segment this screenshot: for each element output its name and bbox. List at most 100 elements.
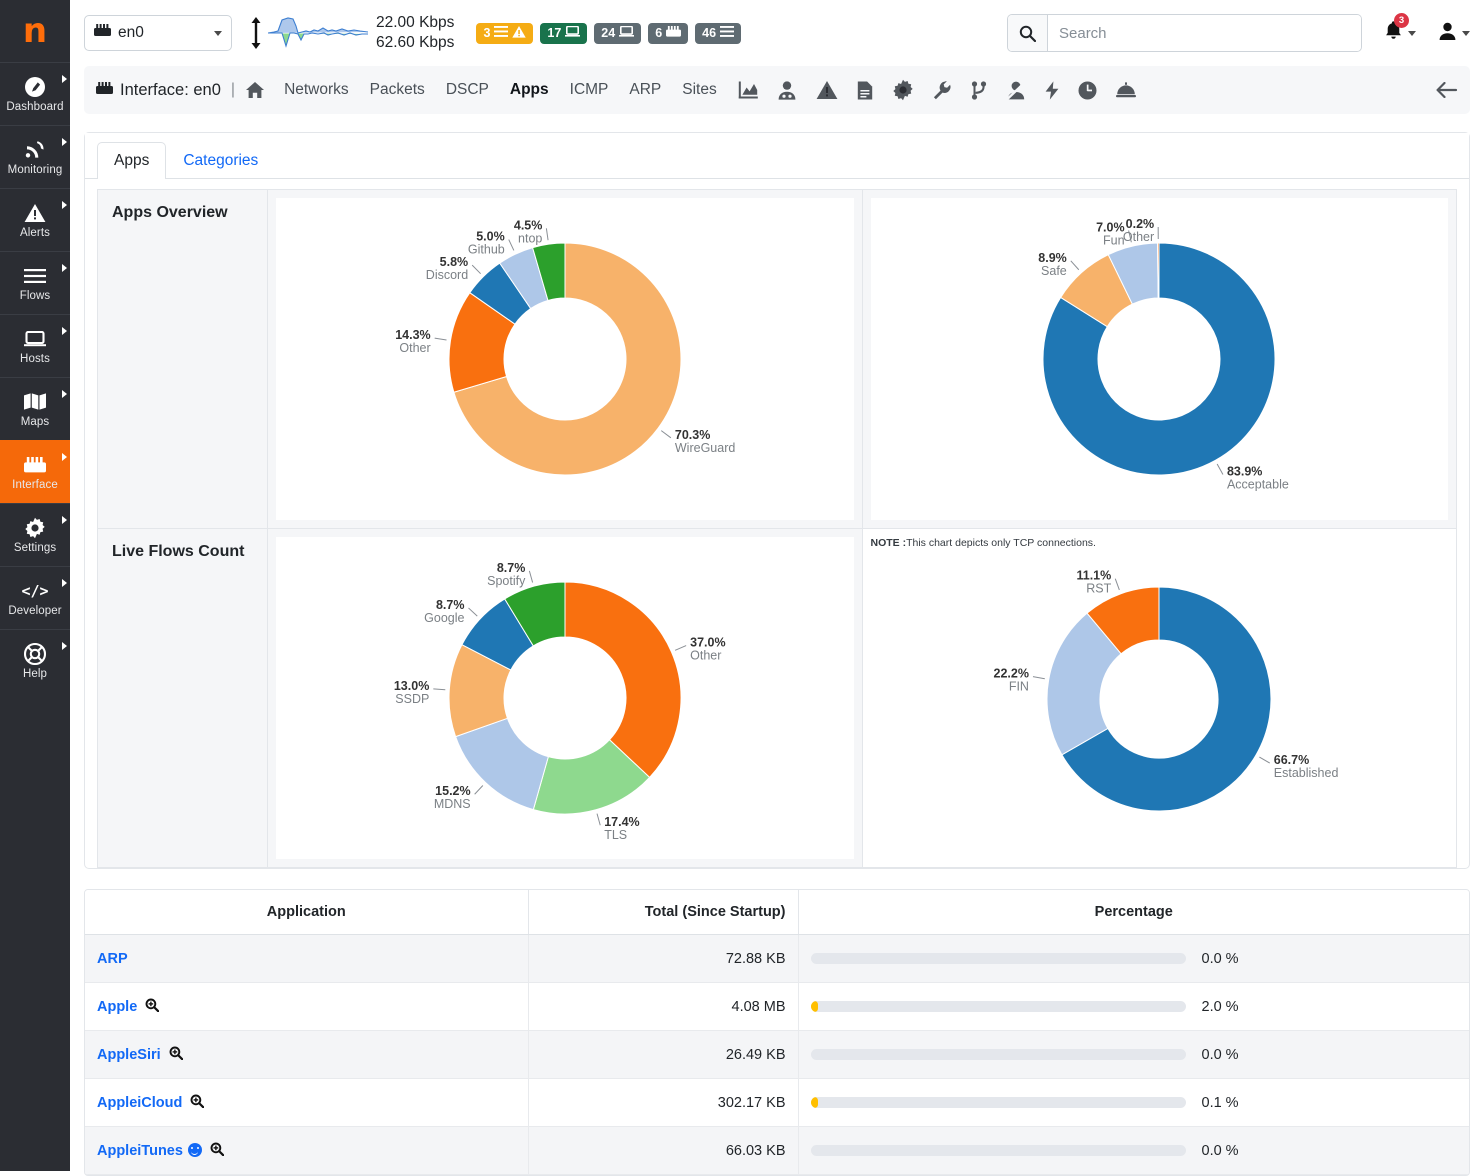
search-input[interactable] (1048, 15, 1361, 51)
pie-label-name: RST (1087, 582, 1112, 596)
pie-leader-line (468, 608, 477, 616)
pie-label-name: Established (1274, 766, 1339, 780)
sidebar-item-label: Settings (14, 542, 56, 554)
table-row[interactable]: AppleiTunes66.03 KB0.0 % (85, 1127, 1469, 1175)
pie-leader-line (597, 814, 600, 826)
sidebar-item-dashboard[interactable]: Dashboard (0, 62, 70, 125)
sidebar-item-label: Monitoring (8, 164, 63, 176)
sidebar-item-maps[interactable]: Maps (0, 377, 70, 440)
status-badge[interactable]: 24 (594, 23, 641, 44)
main-area: en0 22.00 Kbps 62.60 Kbps 31724646 (70, 0, 1484, 1171)
smiley-icon (188, 1143, 202, 1157)
app-logo[interactable]: n (0, 0, 70, 62)
chart-apps-applications[interactable]: 70.3%WireGuard14.3%Other5.8%Discord5.0%G… (276, 198, 854, 520)
magnifier-plus-icon[interactable] (145, 1000, 159, 1016)
pie-leader-line (1116, 579, 1120, 590)
chart-icon[interactable] (738, 81, 758, 99)
application-link[interactable]: AppleiTunes (97, 1143, 183, 1159)
table-column-header[interactable]: Application (85, 890, 528, 935)
pie-label-value: 5.0% (476, 230, 505, 244)
tab-apps[interactable]: Apps (97, 142, 166, 179)
back-arrow-icon[interactable] (1436, 82, 1458, 98)
application-link[interactable]: AppleiCloud (97, 1095, 182, 1111)
home-icon[interactable] (245, 81, 265, 99)
status-badge[interactable]: 6 (648, 23, 688, 44)
pie-label-value: 8.7% (497, 561, 526, 575)
subnav-links: Networks Packets DSCP Apps ICMP ARP Sites (284, 81, 738, 99)
chart-flows-tcp[interactable]: 66.7%Established22.2%FIN11.1%RST (863, 549, 1457, 849)
chart-flows-applications[interactable]: 37.0%Other17.4%TLS15.2%MDNS13.0%SSDP8.7%… (276, 537, 854, 859)
subnav-link-dscp[interactable]: DSCP (446, 81, 489, 99)
pie-label-name: Safe (1041, 264, 1067, 278)
subnav-link-apps[interactable]: Apps (510, 81, 549, 99)
pie-leader-line (433, 689, 445, 690)
subnav-link-sites[interactable]: Sites (682, 81, 716, 99)
status-badge[interactable]: 46 (695, 23, 741, 44)
alert-triangle-icon (24, 202, 46, 224)
sidebar-item-help[interactable]: Help (0, 629, 70, 692)
tab-categories[interactable]: Categories (166, 142, 275, 179)
pie-label-name: Spotify (487, 574, 526, 588)
sidebar-item-developer[interactable]: </>Developer (0, 566, 70, 629)
magnifier-plus-icon[interactable] (190, 1096, 204, 1112)
sidebar-item-interface[interactable]: Interface (0, 440, 70, 503)
git-branch-icon[interactable] (971, 81, 987, 100)
sidebar-item-monitoring[interactable]: Monitoring (0, 125, 70, 188)
subnav-link-icmp[interactable]: ICMP (570, 81, 609, 99)
subnav-link-networks[interactable]: Networks (284, 81, 349, 99)
wrench-icon[interactable] (933, 81, 952, 100)
talker-icon[interactable] (777, 81, 797, 100)
sidebar-item-label: Hosts (20, 353, 50, 365)
magnifier-plus-icon[interactable] (169, 1048, 183, 1064)
sidebar-item-flows[interactable]: Flows (0, 251, 70, 314)
svg-text:</>: </> (22, 583, 48, 599)
interface-select[interactable]: en0 (84, 15, 232, 51)
application-link[interactable]: ARP (97, 951, 128, 967)
search-box[interactable] (1007, 14, 1362, 52)
search-icon[interactable] (1008, 15, 1048, 51)
table-column-header[interactable]: Total (Since Startup) (528, 890, 798, 935)
service-icon[interactable] (1116, 82, 1136, 98)
alert-triangle-icon[interactable] (816, 80, 838, 100)
pie-label-value: 37.0% (690, 636, 725, 650)
pie-slice[interactable] (565, 582, 681, 777)
notifications-button[interactable]: 3 (1384, 20, 1416, 46)
application-link[interactable]: Apple (97, 999, 137, 1015)
pie-slice[interactable] (1158, 243, 1159, 298)
table-row[interactable]: AppleSiri26.49 KB0.0 % (85, 1031, 1469, 1079)
pie-leader-line (1071, 261, 1079, 270)
table-row[interactable]: AppleiCloud302.17 KB0.1 % (85, 1079, 1469, 1127)
bolt-icon[interactable] (1045, 81, 1059, 100)
gear-icon[interactable] (892, 79, 914, 101)
tcp-note: NOTE :This chart depicts only TCP connec… (863, 529, 1457, 549)
percentage-value: 0.0 % (1202, 1143, 1239, 1159)
interface-icon (666, 26, 681, 40)
pie-label-value: 5.8% (439, 255, 468, 269)
no-user-icon[interactable] (1006, 81, 1026, 100)
subnav-link-packets[interactable]: Packets (370, 81, 425, 99)
pie-leader-line (434, 338, 446, 340)
clock-icon[interactable] (1078, 81, 1097, 100)
percentage-progress-bar (811, 1145, 1186, 1156)
table-column-header[interactable]: Percentage (798, 890, 1469, 935)
report-icon[interactable] (857, 81, 873, 100)
application-link[interactable]: AppleSiri (97, 1047, 161, 1063)
table-row[interactable]: Apple4.08 MB2.0 % (85, 983, 1469, 1031)
magnifier-plus-icon[interactable] (210, 1144, 224, 1160)
chart-apps-categories[interactable]: 83.9%Acceptable8.9%Safe7.0%Fun0.2%Other (871, 198, 1449, 520)
monitoring-icon (24, 139, 46, 161)
subnav-link-arp[interactable]: ARP (629, 81, 661, 99)
table-row[interactable]: ARP72.88 KB0.0 % (85, 935, 1469, 983)
dashboard-icon (24, 76, 46, 98)
sidebar-item-label: Flows (20, 290, 51, 302)
status-badge[interactable]: 3 (476, 23, 533, 44)
sidebar-item-settings[interactable]: Settings (0, 503, 70, 566)
user-menu-button[interactable] (1438, 21, 1470, 46)
status-badge[interactable]: 17 (540, 23, 587, 44)
sidebar-item-alerts[interactable]: Alerts (0, 188, 70, 251)
sidebar: n Dashboard Monitoring Alerts Flows Hosts Map… (0, 0, 70, 1171)
flows-icon (24, 265, 46, 287)
pie-label-name: Google (424, 611, 464, 625)
cell-percentage: 0.0 % (798, 1031, 1469, 1079)
sidebar-item-hosts[interactable]: Hosts (0, 314, 70, 377)
